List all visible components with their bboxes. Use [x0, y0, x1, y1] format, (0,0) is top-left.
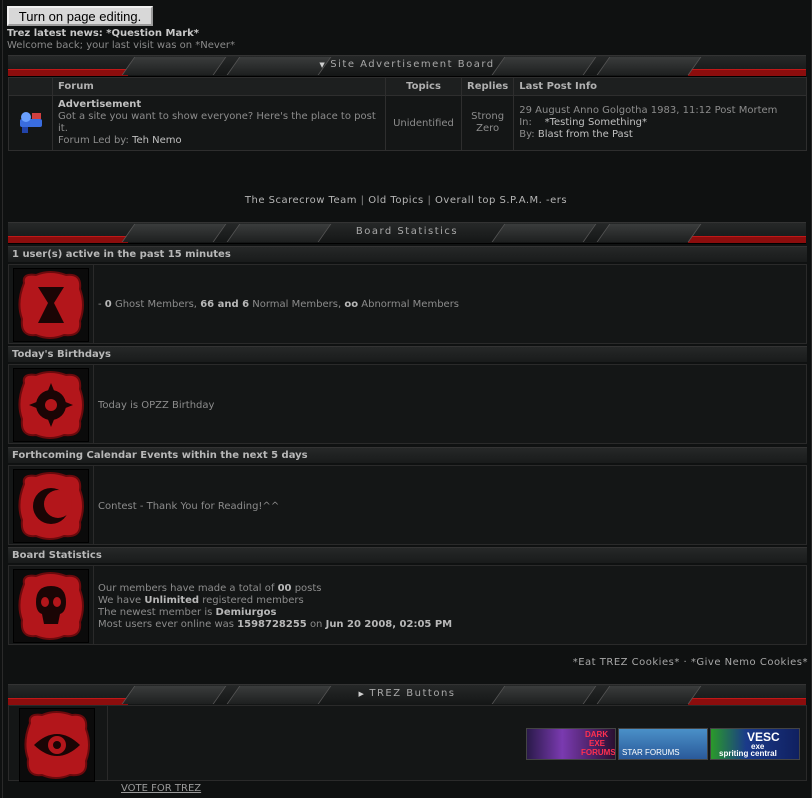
skull-icon: [13, 569, 89, 643]
star-forums-banner[interactable]: STAR FORUMS: [618, 728, 708, 760]
forum-link-advertisement[interactable]: Advertisement: [58, 99, 380, 111]
replies-column-header: Replies: [460, 77, 515, 96]
crescent-moon-icon: [13, 469, 89, 543]
icon-column-header: [8, 77, 53, 96]
old-topics-link[interactable]: Old Topics: [368, 195, 424, 206]
birthdays-row: Today is OPZZ Birthday: [8, 364, 807, 444]
cookie-links: *Eat TREZ Cookies* · *Give Nemo Cookies*: [572, 657, 808, 668]
turn-on-editing-button[interactable]: Turn on page editing.: [7, 6, 153, 26]
trez-buttons-row: DARK EXE FORUMS STAR FORUMS VESC exe spr…: [8, 705, 807, 782]
board-stats-text: Our members have made a total of 00 post…: [98, 583, 453, 630]
calendar-row: Contest - Thank You for Reading!^^: [8, 465, 807, 545]
eat-cookies-link[interactable]: *Eat TREZ Cookies*: [573, 657, 680, 668]
collapse-arrow-icon[interactable]: ▼: [319, 61, 326, 69]
ad-board-header: ▼ Site Advertisement Board: [8, 55, 806, 77]
board-links: The Scarecrow Team | Old Topics | Overal…: [244, 195, 568, 206]
birthdays-text: Today is OPZZ Birthday: [98, 400, 215, 411]
topics-cell: Unidentified: [385, 95, 462, 151]
trez-buttons-icon-cell: [9, 706, 108, 782]
vote-for-trez-link[interactable]: VOTE FOR TREZ: [121, 783, 201, 794]
newest-member-link[interactable]: Demiurgos: [216, 607, 277, 618]
last-post-in: In: *Testing Something*: [519, 117, 648, 128]
birthdays-icon-cell: [9, 365, 94, 443]
scarecrow-team-link[interactable]: The Scarecrow Team: [245, 195, 357, 206]
active-users-text: - 0 Ghost Members, 66 and 6 Normal Membe…: [98, 299, 460, 310]
vesc-banner[interactable]: VESC exe spriting central: [710, 728, 800, 760]
calendar-text: Contest - Thank You for Reading!^^: [98, 501, 280, 512]
forum-status-cell: [8, 95, 53, 151]
forum-info-cell: Advertisement Got a site you want to sho…: [52, 95, 386, 151]
table-row: Advertisement Got a site you want to sho…: [8, 95, 807, 151]
replies-cell: Strong Zero: [460, 95, 515, 151]
calendar-icon-cell: [9, 466, 94, 544]
leader-link[interactable]: Teh Nemo: [132, 135, 182, 146]
trez-buttons-header: ▶ TREZ Buttons: [8, 684, 806, 706]
welcome-message: Welcome back; your last visit was on *Ne…: [7, 40, 236, 51]
last-post-cell: 29 August Anno Golgotha 1983, 11:12 Post…: [513, 95, 807, 151]
top-spammers-link[interactable]: Overall top S.P.A.M. -ers: [435, 195, 567, 206]
flower-icon: [13, 368, 89, 442]
last-post-topic-link[interactable]: *Testing Something*: [545, 117, 647, 128]
eye-icon: [19, 708, 95, 782]
active-users-icon-cell: [9, 265, 94, 343]
give-cookies-link[interactable]: *Give Nemo Cookies*: [691, 657, 808, 668]
board-statistics-title: Board Statistics: [355, 226, 459, 237]
board-statistics-header: Board Statistics: [8, 222, 806, 244]
ad-board-title[interactable]: ▼ Site Advertisement Board: [8, 59, 806, 70]
forum-table: Forum Topics Replies Last Post Info Adve…: [8, 77, 807, 151]
forum-description: Got a site you want to show everyone? He…: [58, 111, 376, 134]
dark-exe-forums-banner[interactable]: DARK EXE FORUMS: [526, 728, 616, 760]
latest-news: Trez latest news: *Question Mark*: [7, 28, 199, 39]
active-users-header: 1 user(s) active in the past 15 minutes: [8, 246, 807, 262]
active-users-row: - 0 Ghost Members, 66 and 6 Normal Membe…: [8, 264, 807, 344]
news-label: Trez latest news:: [7, 28, 103, 39]
trez-buttons-title[interactable]: ▶ TREZ Buttons: [8, 688, 806, 699]
birthdays-header: Today's Birthdays: [8, 346, 807, 362]
last-post-by: By: Blast from the Past: [519, 129, 633, 140]
forum-status-icon: [19, 111, 42, 133]
hourglass-icon: [13, 268, 89, 342]
forum-column-header: Forum: [52, 77, 386, 96]
board-stats-icon-cell: [9, 566, 94, 644]
news-value: *Question Mark*: [106, 28, 200, 39]
board-stats-header: Board Statistics: [8, 547, 807, 563]
topics-column-header: Topics: [385, 77, 462, 96]
board-stats-row: Our members have made a total of 00 post…: [8, 565, 807, 645]
forum-table-header: Forum Topics Replies Last Post Info: [8, 77, 807, 96]
expand-arrow-icon[interactable]: ▶: [358, 690, 365, 698]
calendar-header: Forthcoming Calendar Events within the n…: [8, 447, 807, 463]
last-post-column-header: Last Post Info: [513, 77, 807, 96]
last-post-author-link[interactable]: Blast from the Past: [538, 129, 633, 140]
last-post-date: 29 August Anno Golgotha 1983, 11:12 Post…: [519, 105, 778, 116]
forum-leader: Forum Led by: Teh Nemo: [58, 135, 182, 146]
